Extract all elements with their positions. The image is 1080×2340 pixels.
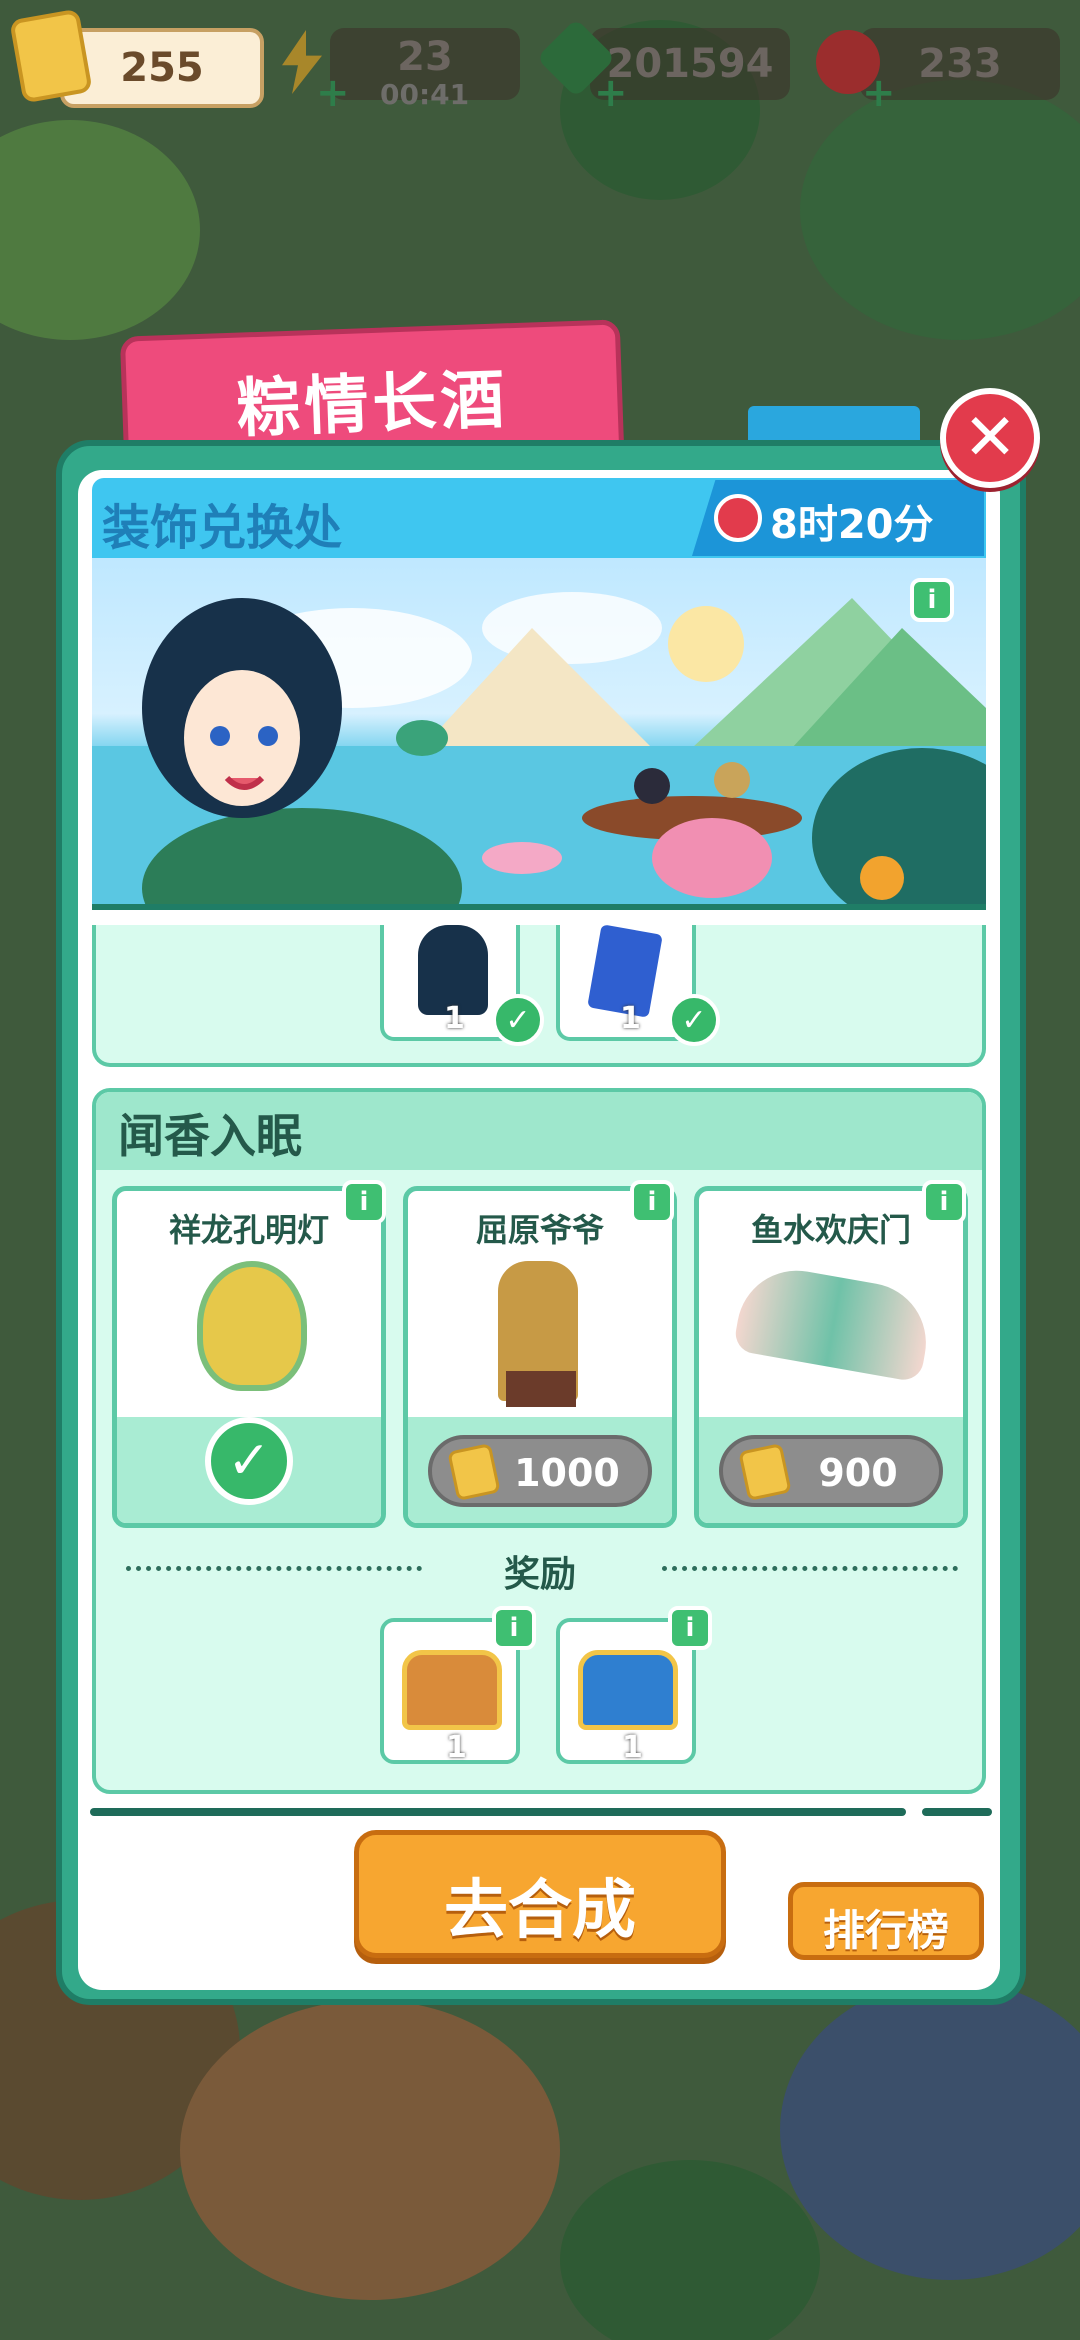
event-banner: i bbox=[92, 558, 986, 910]
claimed-check-icon: ✓ bbox=[492, 994, 544, 1046]
decor-info-button[interactable]: i bbox=[342, 1180, 386, 1224]
info-icon: i bbox=[939, 1187, 949, 1217]
treasure-chest-icon bbox=[402, 1650, 502, 1730]
go-compose-label: 去合成 bbox=[444, 1874, 636, 1948]
previous-section bbox=[92, 925, 986, 1067]
decor-info-button[interactable]: i bbox=[630, 1180, 674, 1224]
dragon-lantern-icon bbox=[197, 1261, 307, 1391]
ticket-icon bbox=[9, 8, 93, 104]
ranking-button[interactable]: 排行榜 bbox=[788, 1882, 984, 1960]
scroll-bar bbox=[90, 1808, 906, 1816]
add-energy-icon[interactable]: + bbox=[316, 73, 350, 113]
decor-card-gate[interactable]: 鱼水欢庆门 900 bbox=[694, 1186, 968, 1528]
card-footer: ✓ bbox=[117, 1417, 381, 1523]
add-coins-icon[interactable]: + bbox=[594, 73, 628, 113]
ticket-icon bbox=[447, 1442, 501, 1502]
reward-qty: 1 bbox=[444, 1001, 465, 1036]
reward-qty: 1 bbox=[620, 1001, 641, 1036]
time-left: 8时20分 bbox=[770, 502, 934, 548]
add-gems-icon[interactable]: + bbox=[862, 73, 896, 113]
ticket-counter[interactable]: 255 bbox=[60, 28, 264, 108]
decor-card-lantern[interactable]: 祥龙孔明灯 ✓ bbox=[112, 1186, 386, 1528]
decor-card-quyuan[interactable]: 屈原爷爷 1000 bbox=[403, 1186, 677, 1528]
price-button[interactable]: 900 bbox=[719, 1435, 943, 1507]
info-icon: i bbox=[927, 585, 937, 615]
price-amount: 900 bbox=[818, 1451, 898, 1495]
info-icon: i bbox=[359, 1187, 369, 1217]
decor-info-button[interactable]: i bbox=[922, 1180, 966, 1224]
ticket-count: 255 bbox=[120, 45, 204, 91]
banner-info-button[interactable]: i bbox=[910, 578, 954, 622]
statue-base bbox=[506, 1371, 576, 1407]
decor-section-title: 闻香入眠 bbox=[118, 1109, 302, 1163]
info-icon: i bbox=[509, 1613, 519, 1643]
ranking-label: 排行榜 bbox=[822, 1906, 949, 1955]
scroll-bar-end bbox=[922, 1808, 992, 1816]
event-title: 粽情长酒 bbox=[235, 363, 510, 447]
royal-chest-icon bbox=[578, 1650, 678, 1730]
fish-gate-icon bbox=[732, 1261, 936, 1383]
price-amount: 1000 bbox=[514, 1451, 620, 1495]
banner-illustration bbox=[92, 592, 986, 904]
ticket-icon bbox=[738, 1442, 792, 1502]
card-footer: 1000 bbox=[408, 1417, 672, 1523]
reward-qty: 1 bbox=[446, 1730, 467, 1765]
info-icon: i bbox=[647, 1187, 657, 1217]
divider-right bbox=[662, 1566, 958, 1571]
reward-label: 奖励 bbox=[503, 1554, 576, 1595]
claimed-check-icon: ✓ bbox=[668, 994, 720, 1046]
energy-timer: 00:41 bbox=[380, 78, 470, 111]
reward-info-button[interactable]: i bbox=[668, 1606, 712, 1650]
exchange-title: 装饰兑换处 bbox=[102, 500, 343, 556]
close-icon: ✕ bbox=[963, 401, 1017, 475]
owned-check-icon: ✓ bbox=[205, 1417, 293, 1505]
clock-icon bbox=[714, 494, 762, 542]
info-icon: i bbox=[685, 1613, 695, 1643]
card-footer: 900 bbox=[699, 1417, 963, 1523]
price-button[interactable]: 1000 bbox=[428, 1435, 652, 1507]
go-compose-button[interactable]: 去合成 bbox=[354, 1830, 726, 1958]
close-button[interactable]: ✕ bbox=[940, 388, 1040, 488]
reward-qty: 1 bbox=[622, 1730, 643, 1765]
reward-info-button[interactable]: i bbox=[492, 1606, 536, 1650]
